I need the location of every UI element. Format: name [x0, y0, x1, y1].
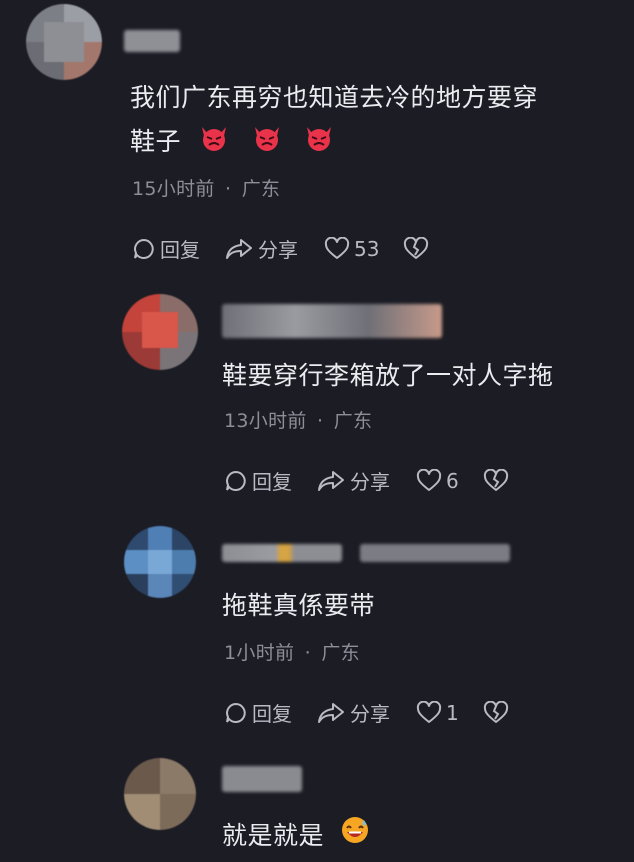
grinning-sweat-emoji-icon — [340, 815, 370, 859]
share-button[interactable]: 分享 — [316, 466, 390, 495]
share-arrow-icon — [318, 470, 344, 491]
timestamp: 1小时前 — [224, 642, 295, 664]
heart-icon — [324, 236, 350, 259]
user-tag-blurred — [360, 544, 510, 562]
like-button[interactable]: 1 — [416, 700, 459, 725]
timestamp: 13小时前 — [224, 410, 307, 432]
avatar[interactable] — [124, 758, 196, 830]
meta-separator: · — [225, 178, 232, 200]
avatar[interactable] — [26, 4, 102, 80]
like-count: 6 — [446, 468, 459, 493]
comment-1: 我们广东再穷也知道去冷的地方要穿 鞋子 15小时前 · 广东 回复 分享 53 — [0, 0, 634, 290]
action-bar: 回复 分享 53 — [132, 234, 429, 263]
angry-devil-emoji-icon — [304, 121, 334, 165]
username-blurred[interactable] — [222, 766, 302, 792]
avatar[interactable] — [122, 294, 198, 370]
meta-separator: · — [317, 410, 324, 432]
reply-button[interactable]: 回复 — [224, 698, 292, 727]
comment-text: 就是就是 — [222, 814, 370, 859]
reply-comment-2: 拖鞋真係要带 1小时前 · 广东 回复 分享 1 — [0, 520, 634, 752]
like-count: 1 — [446, 700, 459, 725]
heart-icon — [416, 468, 442, 491]
username-blurred[interactable] — [222, 304, 442, 338]
like-button[interactable]: 6 — [416, 468, 459, 493]
action-bar: 回复 分享 1 — [224, 698, 509, 727]
heart-icon — [416, 700, 442, 723]
comment-text: 鞋要穿行李箱放了一对人字拖 — [222, 361, 554, 390]
location: 广东 — [241, 178, 281, 200]
angry-devil-emoji-icon — [199, 121, 229, 165]
reply-bubble-icon — [226, 702, 246, 723]
timestamp: 15小时前 — [132, 178, 215, 200]
share-arrow-icon — [318, 702, 344, 723]
share-button[interactable]: 分享 — [224, 234, 298, 263]
comment-meta: 13小时前 · 广东 — [224, 406, 372, 433]
meta-separator: · — [304, 642, 311, 664]
like-button[interactable]: 53 — [324, 236, 380, 261]
action-bar: 回复 分享 6 — [224, 466, 509, 495]
reply-button[interactable]: 回复 — [224, 466, 292, 495]
reply-bubble-icon — [226, 470, 246, 491]
broken-heart-icon — [483, 700, 508, 723]
broken-heart-icon — [483, 468, 508, 491]
like-count: 53 — [354, 236, 380, 261]
username-blurred[interactable] — [124, 30, 180, 52]
location: 广东 — [333, 410, 373, 432]
comment-meta: 1小时前 · 广东 — [224, 638, 360, 665]
comment-meta: 15小时前 · 广东 — [132, 174, 280, 201]
username-blurred[interactable] — [222, 544, 342, 562]
reply-bubble-icon — [134, 238, 154, 259]
dislike-button[interactable] — [483, 700, 509, 725]
share-button[interactable]: 分享 — [316, 698, 390, 727]
comment-text: 我们广东再穷也知道去冷的地方要穿 鞋子 — [130, 76, 538, 165]
dislike-button[interactable] — [483, 468, 509, 493]
share-arrow-icon — [226, 238, 252, 259]
comment-text: 拖鞋真係要带 — [222, 591, 376, 620]
dislike-button[interactable] — [403, 236, 429, 261]
location: 广东 — [321, 642, 360, 664]
reply-comment-1: 鞋要穿行李箱放了一对人字拖 13小时前 · 广东 回复 分享 6 — [0, 290, 634, 520]
avatar[interactable] — [124, 526, 196, 598]
broken-heart-icon — [404, 236, 429, 259]
angry-devil-emoji-icon — [252, 121, 282, 165]
reply-button[interactable]: 回复 — [132, 234, 200, 263]
reply-comment-3: 就是就是 — [0, 752, 634, 862]
